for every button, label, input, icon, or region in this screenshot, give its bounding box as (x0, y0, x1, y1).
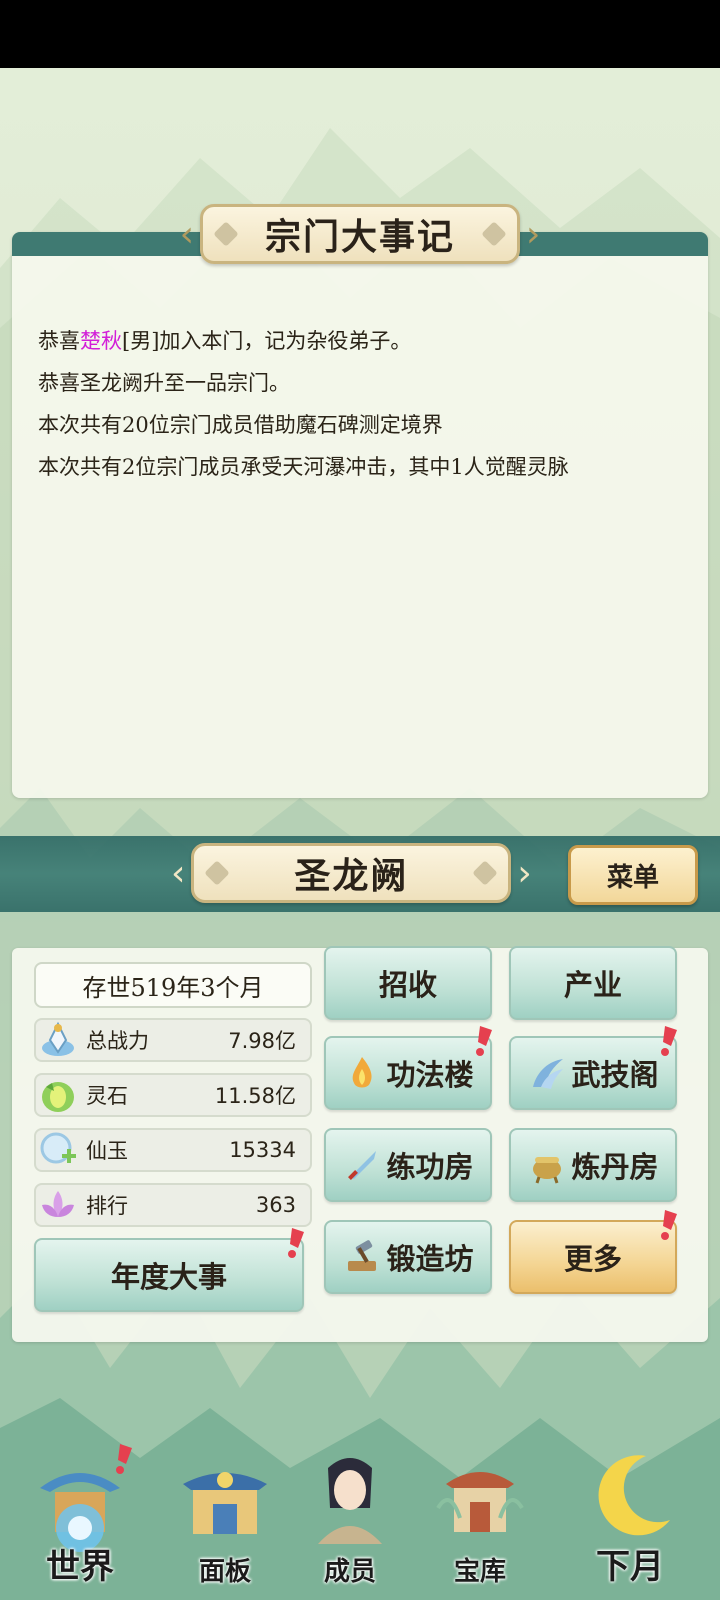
nav-world[interactable]: 世界 (20, 1444, 140, 1594)
ranking-lotus-icon (36, 1183, 80, 1227)
chronicle-title: 宗门大事记 (264, 216, 455, 258)
sect-name: 圣龙阙 (294, 855, 409, 897)
alchemy-room-button[interactable]: 炼丹房 (509, 1128, 677, 1202)
chronicle-log: 恭喜楚秋[男]加入本门，记为杂役弟子。 恭喜圣龙阙升至一品宗门。 本次共有20位… (38, 320, 688, 488)
industry-button[interactable]: 产业 (509, 946, 677, 1020)
log-entry: 本次共有20位宗门成员借助魔石碑测定境界 (38, 413, 443, 437)
forge-button[interactable]: 锻造坊 (324, 1220, 492, 1294)
blade-wave-icon (527, 1053, 567, 1093)
notification-badge-icon (476, 1026, 492, 1056)
title-plate: 宗门大事记 (200, 204, 520, 264)
notification-badge-icon (116, 1444, 132, 1474)
hammer-icon (342, 1237, 382, 1277)
flame-icon (342, 1053, 382, 1093)
nav-members[interactable]: 成员 (290, 1444, 410, 1594)
stat-ranking: 排行 363 (34, 1183, 312, 1227)
notification-badge-icon (661, 1210, 677, 1240)
log-entry: 恭喜圣龙阙升至一品宗门。 (38, 371, 290, 395)
nav-next-month[interactable]: 下月 (570, 1444, 690, 1594)
cauldron-icon (527, 1145, 567, 1185)
sect-name-plate: 圣龙阙 (191, 843, 512, 903)
chevron-left-icon: ‹ (179, 213, 194, 255)
chronicle-panel: 恭喜楚秋[男]加入本门，记为杂役弟子。 恭喜圣龙阙升至一品宗门。 本次共有20位… (12, 232, 708, 798)
palace-gate-icon (183, 1472, 267, 1534)
stat-combat-power: 总战力 7.98亿 (34, 1018, 312, 1062)
martial-pavilion-button[interactable]: 武技阁 (509, 1026, 677, 1110)
log-entry: 本次共有2位宗门成员承受天河瀑冲击，其中1人觉醒灵脉 (38, 455, 569, 479)
combat-power-icon (36, 1018, 80, 1062)
treasury-vault-icon (436, 1472, 524, 1532)
sword-icon (342, 1145, 382, 1185)
log-entry: 恭喜楚秋[男]加入本门，记为杂役弟子。 (38, 329, 412, 353)
sect-panel: 存世519年3个月 总战力 7.98亿 灵石 11.58亿 仙玉 15334 排… (12, 946, 708, 1342)
chevron-right-icon: › (526, 213, 541, 255)
notification-badge-icon (661, 1026, 677, 1056)
technique-tower-button[interactable]: 功法楼 (324, 1026, 492, 1110)
chevron-left-icon: ‹ (171, 852, 186, 894)
immortal-jade-icon (36, 1128, 80, 1172)
menu-button[interactable]: 菜单 (568, 845, 698, 905)
stat-immortal-jade: 仙玉 15334 (34, 1128, 312, 1172)
more-button[interactable]: 更多 (509, 1210, 677, 1294)
status-bar (0, 0, 720, 68)
chronicle-title-banner: ‹ 宗门大事记 › (0, 198, 720, 270)
disciple-portrait-icon (318, 1458, 382, 1544)
sect-age: 存世519年3个月 (34, 962, 312, 1008)
spirit-stone-icon (36, 1073, 80, 1117)
chevron-right-icon: › (517, 852, 532, 894)
nav-panel[interactable]: 面板 (165, 1444, 285, 1594)
training-room-button[interactable]: 练功房 (324, 1128, 492, 1202)
nav-treasury[interactable]: 宝库 (420, 1444, 540, 1594)
recruit-button[interactable]: 招收 (324, 946, 492, 1020)
bottom-nav: 世界 面板 成员 宝库 下月 (0, 1430, 720, 1600)
notification-badge-icon (288, 1228, 304, 1258)
stat-spirit-stone: 灵石 11.58亿 (34, 1073, 312, 1117)
annual-events-button[interactable]: 年度大事 (34, 1228, 304, 1312)
disciple-name[interactable]: 楚秋 (80, 329, 122, 353)
